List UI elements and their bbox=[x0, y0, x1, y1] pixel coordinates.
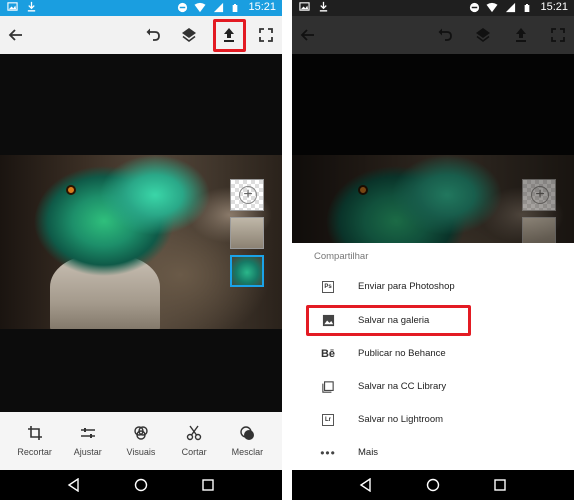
tool-mesclar[interactable]: Mesclar bbox=[222, 425, 272, 457]
tool-visuais[interactable]: Visuais bbox=[116, 425, 166, 457]
share-item-lightroom[interactable]: Lr Salvar no Lightroom bbox=[292, 403, 574, 436]
add-layer-button: + bbox=[522, 179, 556, 211]
wifi-icon bbox=[194, 2, 206, 14]
battery-icon bbox=[230, 2, 242, 14]
adjust-sliders-icon bbox=[80, 428, 95, 438]
fullscreen-icon[interactable] bbox=[546, 23, 570, 47]
image-notification-icon bbox=[6, 1, 18, 13]
gallery-item-highlight bbox=[306, 305, 471, 336]
share-item-more[interactable]: ••• Mais bbox=[292, 436, 574, 469]
add-layer-button[interactable]: + bbox=[230, 179, 264, 211]
behance-icon: Bē bbox=[320, 347, 336, 360]
share-item-label: Publicar no Behance bbox=[358, 348, 446, 359]
tool-label: Ajustar bbox=[73, 447, 102, 457]
status-bar: 15:21 bbox=[0, 0, 282, 16]
editor-toolbar bbox=[292, 16, 574, 54]
share-item-label: Enviar para Photoshop bbox=[358, 281, 455, 292]
crop-icon bbox=[27, 426, 42, 440]
home-circle-icon[interactable] bbox=[134, 478, 148, 492]
status-time: 15:21 bbox=[248, 1, 276, 13]
image-canvas-dimmed: + bbox=[292, 54, 574, 249]
tool-label: Cortar bbox=[181, 447, 207, 457]
layer-thumbnail-selected[interactable] bbox=[230, 255, 264, 287]
download-notification-icon bbox=[317, 1, 329, 13]
editor-toolbar bbox=[0, 16, 282, 54]
undo-icon[interactable] bbox=[433, 23, 457, 47]
tool-recortar[interactable]: Recortar bbox=[10, 425, 60, 457]
tool-bar: Recortar Ajustar Visuais Cortar Mesclar bbox=[0, 412, 282, 470]
status-bar: 15:21 bbox=[292, 0, 574, 16]
back-triangle-icon[interactable] bbox=[359, 478, 373, 492]
tool-ajustar[interactable]: Ajustar bbox=[63, 425, 113, 457]
plus-icon: + bbox=[531, 186, 549, 204]
right-screen: 15:21 + Compartilhar Ps Enviar para Phot… bbox=[292, 0, 574, 500]
left-screen: 15:21 + Recortar Ajustar Visuais Cortar … bbox=[0, 0, 282, 500]
tool-label: Recortar bbox=[17, 447, 52, 457]
back-triangle-icon[interactable] bbox=[67, 478, 81, 492]
tool-label: Mesclar bbox=[231, 447, 264, 457]
share-item-behance[interactable]: Bē Publicar no Behance bbox=[292, 337, 574, 370]
image-notification-icon bbox=[298, 1, 310, 13]
signal-icon bbox=[212, 2, 224, 14]
more-dots-icon: ••• bbox=[320, 445, 336, 460]
undo-icon[interactable] bbox=[141, 23, 165, 47]
share-sheet: Compartilhar Ps Enviar para Photoshop Sa… bbox=[292, 243, 574, 470]
layer-panel: + bbox=[522, 179, 556, 249]
scissors-icon bbox=[186, 425, 202, 441]
status-time: 15:21 bbox=[540, 1, 568, 13]
layer-thumbnail[interactable] bbox=[230, 217, 264, 249]
lightroom-icon: Lr bbox=[320, 412, 336, 428]
tool-label: Visuais bbox=[126, 447, 156, 457]
looks-icon bbox=[134, 426, 148, 440]
recents-square-icon[interactable] bbox=[493, 478, 507, 492]
do-not-disturb-icon bbox=[176, 2, 188, 14]
fullscreen-icon[interactable] bbox=[254, 23, 278, 47]
tool-cortar[interactable]: Cortar bbox=[169, 425, 219, 457]
recents-square-icon[interactable] bbox=[201, 478, 215, 492]
wifi-icon bbox=[486, 2, 498, 14]
share-item-label: Salvar na CC Library bbox=[358, 381, 447, 392]
blend-icon bbox=[240, 426, 255, 440]
home-circle-icon[interactable] bbox=[426, 478, 440, 492]
back-arrow-icon[interactable] bbox=[296, 23, 320, 47]
share-button-highlight bbox=[213, 19, 246, 52]
layer-panel: + bbox=[230, 179, 264, 287]
download-notification-icon bbox=[25, 1, 37, 13]
share-sheet-title: Compartilhar bbox=[314, 251, 369, 262]
battery-icon bbox=[522, 2, 534, 14]
plus-icon: + bbox=[239, 186, 257, 204]
share-item-cc-library[interactable]: Salvar na CC Library bbox=[292, 370, 574, 403]
android-nav-bar bbox=[0, 470, 282, 500]
cc-library-icon bbox=[320, 379, 336, 395]
image-canvas[interactable]: + bbox=[0, 54, 282, 412]
share-item-label: Mais bbox=[358, 447, 379, 458]
share-upload-icon[interactable] bbox=[509, 23, 533, 47]
layers-icon[interactable] bbox=[177, 23, 201, 47]
back-arrow-icon[interactable] bbox=[4, 23, 28, 47]
signal-icon bbox=[504, 2, 516, 14]
photoshop-icon: Ps bbox=[320, 279, 336, 295]
layers-icon[interactable] bbox=[471, 23, 495, 47]
share-item-label: Salvar no Lightroom bbox=[358, 414, 444, 425]
android-nav-bar bbox=[292, 470, 574, 500]
do-not-disturb-icon bbox=[468, 2, 480, 14]
share-item-photoshop[interactable]: Ps Enviar para Photoshop bbox=[292, 270, 574, 303]
